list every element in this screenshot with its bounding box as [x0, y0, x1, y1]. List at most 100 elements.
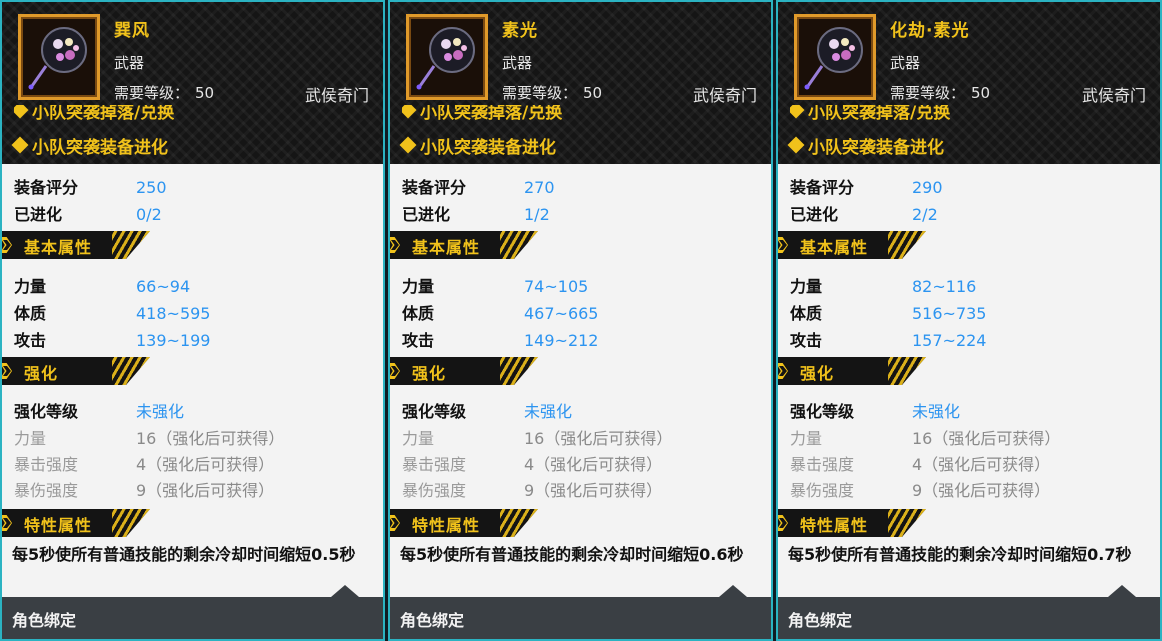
- stat-row: 体质 418~595: [14, 300, 210, 324]
- stat-value: 418~595: [136, 304, 211, 323]
- section-title: 强化: [800, 364, 835, 383]
- stat-label: 攻击: [790, 331, 823, 350]
- source-label: 小队突袭掉落/兑换: [808, 105, 951, 123]
- diamond-icon: [787, 136, 805, 154]
- stat-value: 4（强化后可获得）: [136, 455, 275, 474]
- source-item: 小队突袭装备进化: [11, 133, 168, 158]
- diamond-icon: [402, 105, 417, 119]
- stat-value: 1/2: [524, 205, 550, 224]
- enhance-stat-row: 力量 16（强化后可获得）: [790, 425, 1060, 449]
- tooltip-footer: 角色绑定: [390, 585, 771, 639]
- stat-label: 力量: [402, 429, 435, 448]
- enhance-level-row: 强化等级 未强化: [790, 398, 960, 422]
- section-header-basic: 基本属性: [388, 231, 538, 259]
- enhance-stat-row: 暴击强度 4（强化后可获得）: [790, 451, 1050, 475]
- enhance-stat-row: 力量 16（强化后可获得）: [402, 425, 672, 449]
- stat-value: 4（强化后可获得）: [524, 455, 663, 474]
- stat-value: 516~735: [912, 304, 987, 323]
- stat-value: 4（强化后可获得）: [912, 455, 1051, 474]
- stat-row: 体质 516~735: [790, 300, 986, 324]
- stat-label: 已进化: [14, 205, 63, 224]
- stat-value: 未强化: [524, 402, 573, 421]
- item-icon-frame[interactable]: [794, 14, 876, 100]
- stat-value: 0/2: [136, 205, 162, 224]
- item-tooltip-comparison: 巽风 武器 需要等级： 50 武侯奇门 小队突袭掉落/兑换 小队突袭装备进化 装备…: [0, 0, 1162, 641]
- stat-row: 力量 74~105: [402, 273, 588, 297]
- item-icon-frame[interactable]: [18, 14, 100, 100]
- stat-value: 16（强化后可获得）: [136, 429, 285, 448]
- stat-label: 暴伤强度: [790, 481, 855, 500]
- section-header-trait: 特性属性: [0, 509, 150, 537]
- enhance-stat-row: 力量 16（强化后可获得）: [14, 425, 284, 449]
- required-level-label: 需要等级：: [502, 84, 578, 102]
- source-label: 小队突袭装备进化: [420, 138, 556, 158]
- trait-description: 每5秒使所有普通技能的剩余冷却时间缩短0.6秒: [400, 545, 744, 564]
- tooltip-header: 化劫·素光 武器 需要等级： 50 武侯奇门 小队突袭掉落/兑换 小队突袭装备进化: [778, 2, 1160, 164]
- required-level: 需要等级： 50: [114, 82, 214, 103]
- item-type: 武器: [890, 54, 921, 72]
- required-level: 需要等级： 50: [890, 82, 990, 103]
- item-icon-frame[interactable]: [406, 14, 488, 100]
- stat-value: 82~116: [912, 277, 977, 296]
- stat-label: 已进化: [790, 205, 839, 224]
- section-title: 特性属性: [412, 516, 481, 535]
- stat-label: 暴击强度: [790, 455, 855, 474]
- stat-value: 290: [912, 178, 943, 197]
- stat-value: 16（强化后可获得）: [912, 429, 1061, 448]
- evolution-row: 已进化 2/2: [790, 201, 938, 225]
- stat-row: 攻击 157~224: [790, 327, 986, 351]
- source-item: 小队突袭掉落/兑换: [402, 105, 562, 123]
- stat-value: 9（强化后可获得）: [912, 481, 1051, 500]
- stat-label: 强化等级: [402, 402, 467, 421]
- stat-label: 力量: [14, 277, 47, 296]
- section-header-basic: 基本属性: [0, 231, 150, 259]
- evolution-row: 已进化 0/2: [14, 201, 162, 225]
- enhance-stat-row: 暴击强度 4（强化后可获得）: [14, 451, 274, 475]
- stat-label: 暴伤强度: [14, 481, 79, 500]
- stat-label: 体质: [14, 304, 47, 323]
- item-name: 巽风: [114, 21, 150, 41]
- enhance-stat-row: 暴伤强度 9（强化后可获得）: [14, 477, 274, 501]
- stat-value: 未强化: [136, 402, 185, 421]
- stat-value: 250: [136, 178, 167, 197]
- equipment-rating-row: 装备评分 290: [790, 174, 943, 198]
- enhance-level-row: 强化等级 未强化: [14, 398, 184, 422]
- diamond-icon: [399, 136, 417, 154]
- tooltip-header: 素光 武器 需要等级： 50 武侯奇门 小队突袭掉落/兑换 小队突袭装备进化: [390, 2, 771, 164]
- stat-label: 暴伤强度: [402, 481, 467, 500]
- evolution-row: 已进化 1/2: [402, 201, 550, 225]
- source-item: 小队突袭掉落/兑换: [790, 105, 950, 123]
- source-item: 小队突袭装备进化: [787, 133, 944, 158]
- tooltip-footer: 角色绑定: [778, 585, 1160, 639]
- source-label: 小队突袭掉落/兑换: [32, 105, 175, 123]
- item-class: 武侯奇门: [1081, 86, 1146, 105]
- stat-value: 157~224: [912, 331, 987, 350]
- section-header-enhance: 强化: [388, 357, 538, 385]
- required-level-label: 需要等级：: [114, 84, 190, 102]
- item-name: 素光: [502, 21, 538, 41]
- required-level-label: 需要等级：: [890, 84, 966, 102]
- item-type: 武器: [502, 54, 533, 72]
- stat-row: 攻击 139~199: [14, 327, 210, 351]
- item-tooltip-panel: 巽风 武器 需要等级： 50 武侯奇门 小队突袭掉落/兑换 小队突袭装备进化 装备…: [0, 0, 385, 641]
- enhance-stat-row: 暴伤强度 9（强化后可获得）: [402, 477, 662, 501]
- stat-value: 66~94: [136, 277, 191, 296]
- required-level-value: 50: [583, 84, 603, 102]
- section-header-enhance: 强化: [776, 357, 926, 385]
- section-title: 基本属性: [24, 238, 93, 257]
- stat-value: 74~105: [524, 277, 589, 296]
- section-header-enhance: 强化: [0, 357, 150, 385]
- diamond-icon: [790, 105, 805, 119]
- bind-status: 角色绑定: [400, 611, 465, 630]
- stat-label: 攻击: [14, 331, 47, 350]
- stat-label: 暴击强度: [14, 455, 79, 474]
- fan-weapon-icon: [28, 27, 87, 90]
- required-level-value: 50: [195, 84, 215, 102]
- stat-row: 体质 467~665: [402, 300, 598, 324]
- fan-weapon-icon: [804, 27, 863, 90]
- item-tooltip-panel: 化劫·素光 武器 需要等级： 50 武侯奇门 小队突袭掉落/兑换 小队突袭装备进化…: [776, 0, 1162, 641]
- stat-value: 139~199: [136, 331, 211, 350]
- item-tooltip-panel: 素光 武器 需要等级： 50 武侯奇门 小队突袭掉落/兑换 小队突袭装备进化 装备…: [388, 0, 773, 641]
- section-title: 特性属性: [24, 516, 93, 535]
- source-label: 小队突袭装备进化: [808, 138, 944, 158]
